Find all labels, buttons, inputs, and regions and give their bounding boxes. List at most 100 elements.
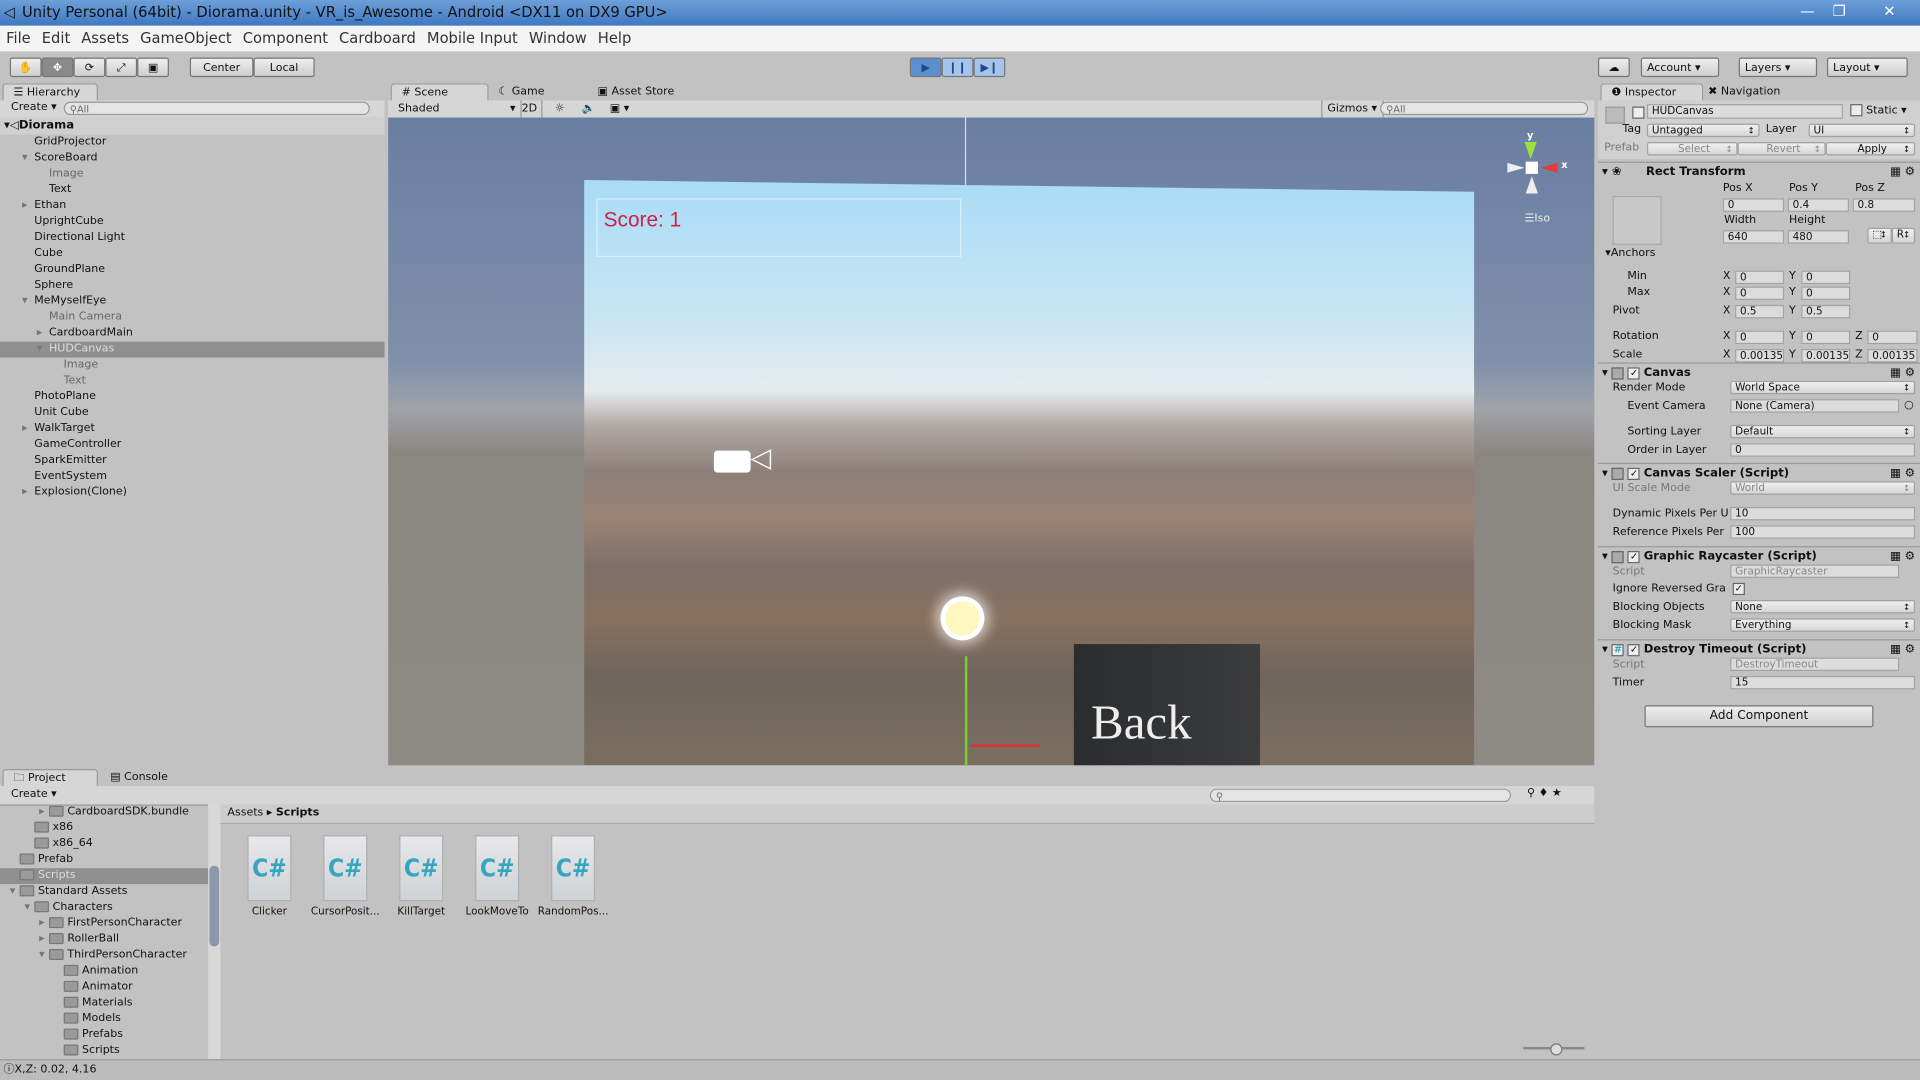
active-checkbox[interactable] bbox=[1632, 106, 1645, 119]
object-picker-icon[interactable]: ○ bbox=[1904, 399, 1914, 411]
gizmo-neg-y-cone[interactable] bbox=[1525, 176, 1538, 194]
orientation-gizmo[interactable] bbox=[1525, 161, 1538, 174]
project-folder-item[interactable]: Animator bbox=[0, 980, 208, 996]
rect-rot-y-input[interactable]: 0 bbox=[1801, 330, 1851, 345]
hand-tool-button[interactable]: ✋ bbox=[9, 57, 42, 78]
tab-console[interactable]: ▤ Console bbox=[100, 769, 177, 786]
hierarchy-item[interactable]: ▾ HUDCanvas bbox=[0, 341, 385, 358]
icon-size-slider[interactable] bbox=[1523, 1043, 1585, 1056]
scene-search-input[interactable]: ⚲All bbox=[1380, 101, 1589, 116]
audio-toggle-icon[interactable]: 🔈 bbox=[582, 100, 596, 117]
project-folder-item[interactable]: ▸ FirstPersonCharacter bbox=[0, 916, 208, 932]
rect-min-y-input[interactable]: 0 bbox=[1801, 270, 1851, 285]
gizmo-x-cone[interactable] bbox=[1540, 162, 1558, 173]
menu-mobile-input[interactable]: Mobile Input bbox=[427, 29, 518, 46]
pos-y-input[interactable]: 0.4 bbox=[1787, 198, 1849, 212]
project-folder-item[interactable]: x86_64 bbox=[0, 836, 208, 852]
hierarchy-item[interactable]: ▾ MeMyselfEye bbox=[0, 294, 384, 310]
tab-game[interactable]: ☾ Game bbox=[489, 83, 555, 100]
effects-dropdown-icon[interactable]: ▣ ▾ bbox=[610, 100, 629, 117]
blueprint-mode-button[interactable]: ⬚ bbox=[1867, 227, 1892, 244]
width-input[interactable]: 640 bbox=[1722, 230, 1785, 244]
script-file[interactable]: C# CursorPosit... bbox=[306, 835, 384, 918]
ignore-reversed-checkbox[interactable]: ✓ bbox=[1732, 582, 1745, 596]
rect-max-x-input[interactable]: 0 bbox=[1735, 286, 1785, 301]
breadcrumb-assets[interactable]: Assets bbox=[227, 807, 263, 819]
hierarchy-item[interactable]: Text bbox=[0, 182, 384, 198]
menu-file[interactable]: File bbox=[6, 29, 31, 46]
hierarchy-item[interactable]: Text bbox=[0, 373, 384, 389]
rect-rot-x-input[interactable]: 0 bbox=[1735, 330, 1785, 345]
scrollbar-thumb[interactable] bbox=[209, 865, 220, 947]
project-folder-item[interactable]: Prefabs bbox=[0, 1027, 208, 1043]
pivot-center-button[interactable]: Center bbox=[189, 57, 254, 78]
hierarchy-item[interactable]: Unit Cube bbox=[0, 405, 384, 421]
hierarchy-item[interactable]: Image bbox=[0, 167, 384, 183]
play-button[interactable]: ▶ bbox=[909, 57, 942, 78]
height-input[interactable]: 480 bbox=[1787, 230, 1849, 244]
pivot-local-button[interactable]: Local bbox=[253, 57, 315, 78]
raw-edit-button[interactable]: R bbox=[1891, 227, 1916, 244]
timeout-script-field[interactable]: DestroyTimeout bbox=[1730, 657, 1900, 672]
static-toggle[interactable]: Static ▾ bbox=[1850, 104, 1907, 117]
project-folder-item[interactable]: ▾ Characters bbox=[0, 900, 208, 916]
project-folder-item[interactable]: ▸ RollerBall bbox=[0, 932, 208, 948]
canvas-header[interactable]: ▾ ✓ Canvas ▦ ⚙ bbox=[1597, 362, 1920, 382]
project-search-input[interactable]: ⚲ bbox=[1209, 788, 1512, 803]
script-file[interactable]: C# LookMoveTo bbox=[458, 835, 536, 918]
rect-pivot-x-input[interactable]: 0.5 bbox=[1735, 304, 1785, 319]
hierarchy-item[interactable]: Main Camera bbox=[0, 310, 384, 326]
menu-edit[interactable]: Edit bbox=[42, 29, 70, 46]
project-folder-item[interactable]: Materials bbox=[0, 996, 208, 1012]
canvas-scaler-header[interactable]: ▾ ✓ Canvas Scaler (Script) ▦ ⚙ bbox=[1597, 462, 1920, 483]
hierarchy-item[interactable]: ▸ WalkTarget bbox=[0, 421, 384, 437]
collapsed-arrow-icon[interactable]: ▸ bbox=[22, 198, 34, 214]
expanded-arrow-icon[interactable]: ▾ bbox=[24, 900, 34, 916]
project-folder-item[interactable]: Scripts bbox=[0, 1043, 208, 1059]
rect-pivot-y-input[interactable]: 0.5 bbox=[1801, 304, 1851, 319]
hierarchy-item[interactable]: Sphere bbox=[0, 278, 384, 294]
timer-input[interactable]: 15 bbox=[1730, 675, 1916, 690]
menu-component[interactable]: Component bbox=[243, 29, 328, 46]
gizmo-neg-x-cone[interactable] bbox=[1507, 162, 1525, 173]
project-folder-item[interactable]: x86 bbox=[0, 820, 208, 836]
breadcrumb-scripts[interactable]: Scripts bbox=[276, 807, 319, 819]
script-file[interactable]: C# RandomPos... bbox=[534, 835, 612, 918]
reference-pixels-input[interactable]: 100 bbox=[1730, 525, 1916, 539]
order-in-layer-input[interactable]: 0 bbox=[1730, 443, 1916, 457]
prefab-revert-button[interactable]: Revert bbox=[1737, 142, 1826, 156]
hierarchy-search-input[interactable]: ⚲All bbox=[63, 101, 370, 116]
tab-asset-store[interactable]: ▣ Asset Store bbox=[588, 83, 684, 100]
hierarchy-item[interactable]: ▾ ScoreBoard bbox=[0, 151, 384, 167]
project-folder-item[interactable]: ▾ Standard Assets bbox=[0, 884, 208, 900]
close-button[interactable]: ✕ bbox=[1871, 0, 1908, 22]
hierarchy-item[interactable]: PhotoPlane bbox=[0, 389, 384, 405]
rect-transform-header[interactable]: ▾ ❀ Rect Transform ▦ ⚙ bbox=[1597, 161, 1920, 182]
graphic-raycaster-header[interactable]: ▾ ✓ Graphic Raycaster (Script) ▦ ⚙ bbox=[1597, 546, 1920, 566]
collapsed-arrow-icon[interactable]: ▸ bbox=[37, 326, 49, 342]
move-tool-button[interactable]: ✥ bbox=[41, 57, 74, 78]
add-component-button[interactable]: Add Component bbox=[1644, 705, 1874, 728]
layer-dropdown[interactable]: UI bbox=[1808, 123, 1916, 138]
menu-gameobject[interactable]: GameObject bbox=[140, 29, 232, 46]
help-settings-icon[interactable]: ▦ ⚙ bbox=[1890, 163, 1915, 181]
rect-scale-z-input[interactable]: 0.00135 bbox=[1867, 348, 1918, 363]
hierarchy-item[interactable]: SparkEmitter bbox=[0, 453, 384, 469]
blocking-mask-dropdown[interactable]: Everything bbox=[1730, 618, 1916, 632]
rect-scale-x-input[interactable]: 0.00135 bbox=[1735, 348, 1785, 363]
collapsed-arrow-icon[interactable]: ▸ bbox=[39, 916, 49, 932]
hierarchy-item[interactable]: Image bbox=[0, 358, 384, 374]
menu-window[interactable]: Window bbox=[529, 29, 587, 46]
pos-x-input[interactable]: 0 bbox=[1722, 198, 1785, 212]
maximize-button[interactable]: ❐ bbox=[1823, 0, 1855, 22]
rotate-tool-button[interactable]: ⟳ bbox=[73, 57, 106, 78]
rect-tool-button[interactable]: ▣ bbox=[137, 57, 169, 78]
y-axis-handle[interactable] bbox=[964, 656, 968, 766]
tab-scene[interactable]: # Scene bbox=[390, 83, 489, 102]
minimize-button[interactable]: — bbox=[1791, 0, 1823, 22]
sorting-layer-dropdown[interactable]: Default bbox=[1730, 424, 1916, 439]
project-folder-item[interactable]: Prefab bbox=[0, 852, 208, 868]
destroy-timeout-header[interactable]: ▾ # ✓ Destroy Timeout (Script) ▦ ⚙ bbox=[1597, 639, 1920, 659]
collapsed-arrow-icon[interactable]: ▸ bbox=[39, 932, 49, 948]
gizmo-y-cone[interactable] bbox=[1524, 142, 1537, 160]
